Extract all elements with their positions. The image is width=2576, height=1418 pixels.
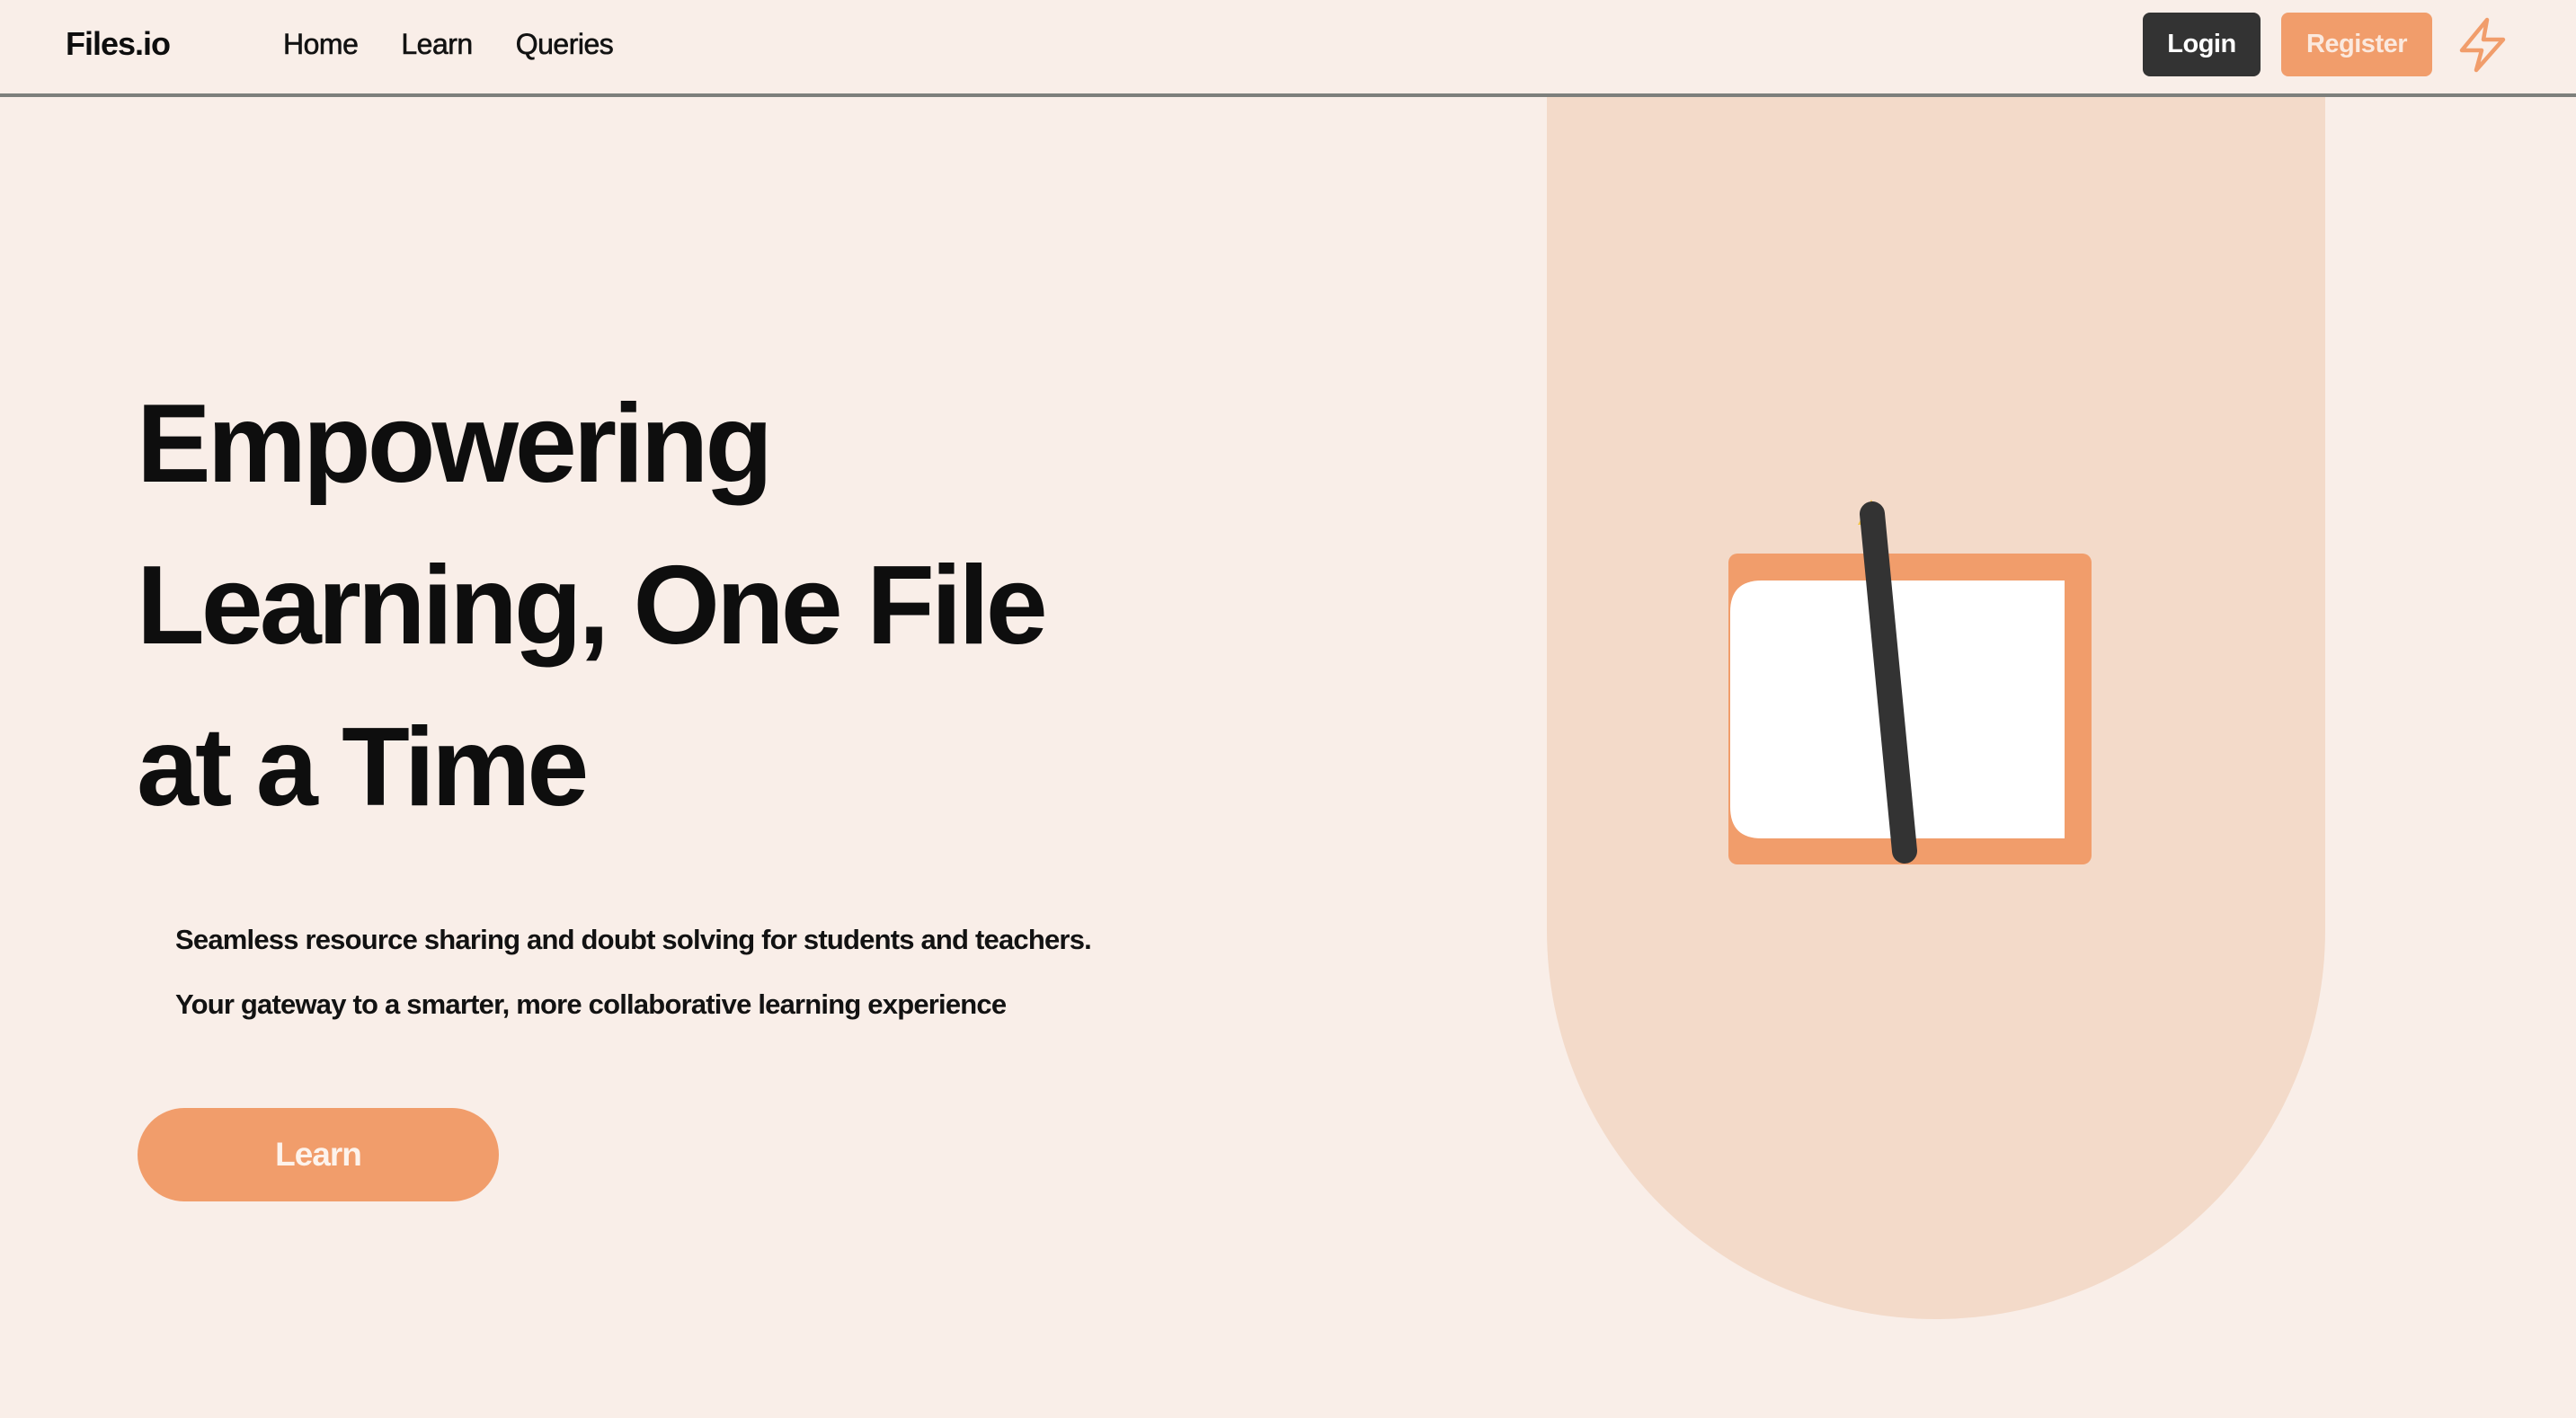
notepad-pencil-illustration	[1728, 500, 2092, 864]
nav-link-home[interactable]: Home	[283, 23, 359, 65]
main-nav: Home Learn Queries	[283, 23, 614, 65]
brand-logo[interactable]: Files.io	[66, 23, 171, 65]
hero-subtitle: Seamless resource sharing and doubt solv…	[175, 908, 1254, 1037]
lightning-bolt-icon[interactable]	[2455, 16, 2510, 74]
register-button[interactable]: Register	[2281, 13, 2432, 76]
hero-subtitle-line-2: Your gateway to a smarter, more collabor…	[175, 988, 1007, 1020]
hero-title-line-3: at a Time	[137, 705, 589, 829]
login-button[interactable]: Login	[2143, 13, 2261, 76]
nav-link-queries[interactable]: Queries	[515, 23, 614, 65]
hero-title-line-2: Learning, One File	[137, 544, 1048, 668]
navbar: Files.io Home Learn Queries Login Regist…	[0, 0, 2576, 97]
hero-title-line-1: Empowering	[137, 382, 773, 506]
learn-cta-button[interactable]: Learn	[138, 1108, 499, 1201]
nav-link-learn[interactable]: Learn	[401, 23, 473, 65]
hero-title: Empowering Learning, One File at a Time	[137, 363, 1125, 848]
hero-subtitle-line-1: Seamless resource sharing and doubt solv…	[175, 924, 1092, 955]
